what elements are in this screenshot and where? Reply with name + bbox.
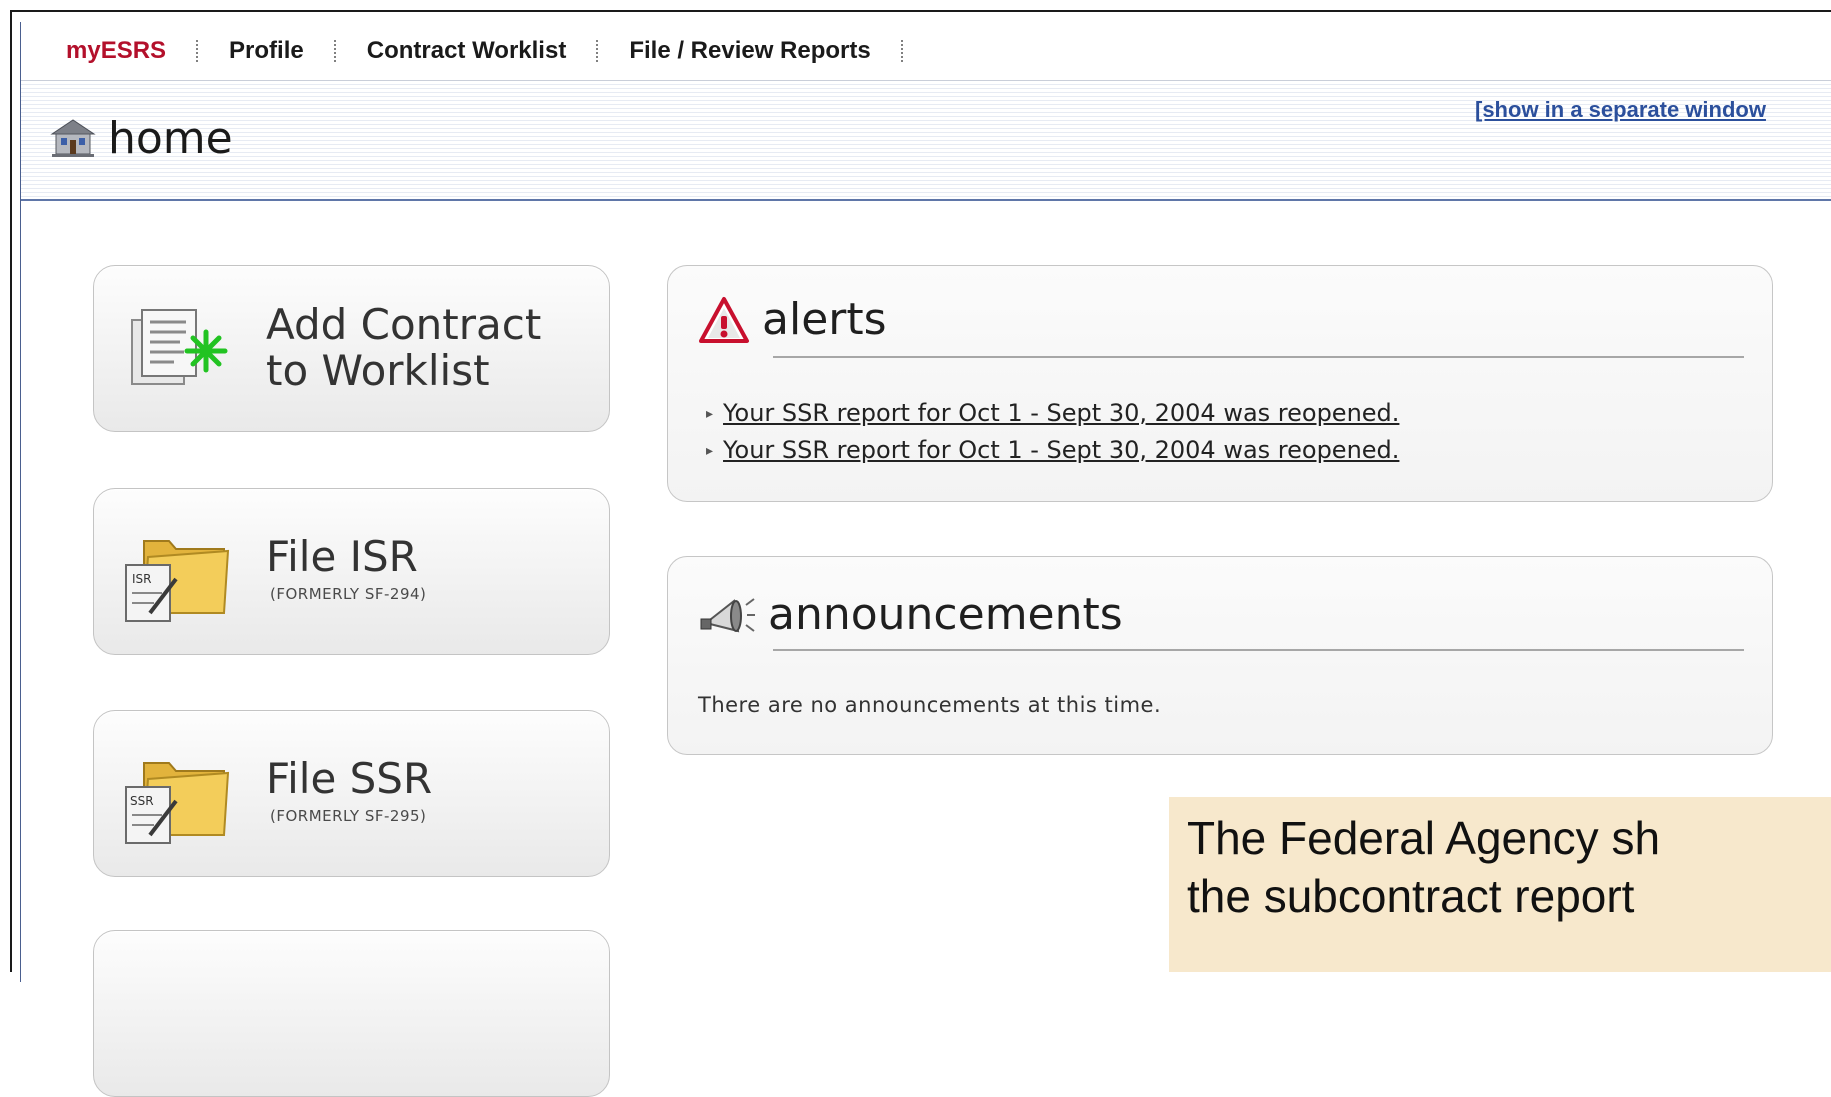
add-document-icon <box>131 309 228 385</box>
bullet-icon: ▸ <box>706 443 714 459</box>
top-navigation: myESRS Profile Contract Worklist File / … <box>21 22 1831 81</box>
folder-form-icon: SSR <box>125 762 230 844</box>
file-isr-tile[interactable]: ISR File ISR (FORMERLY SF-294) <box>93 488 610 655</box>
nav-separator <box>196 40 199 62</box>
page-title-text: home <box>108 112 233 164</box>
alert-item-text: Your SSR report for Oct 1 - Sept 30, 200… <box>723 436 1400 464</box>
announcements-message: There are no announcements at this time. <box>698 693 1162 717</box>
megaphone-icon <box>700 597 755 632</box>
file-ssr-label: File SSR <box>266 754 433 803</box>
nav-separator <box>596 40 599 62</box>
announcements-title: announcements <box>768 589 1123 640</box>
alert-item-link[interactable]: ▸ Your SSR report for Oct 1 - Sept 30, 20… <box>706 399 1399 427</box>
file-isr-sublabel: (FORMERLY SF-294) <box>270 585 427 603</box>
home-icon <box>50 119 96 157</box>
alerts-divider <box>773 356 1744 358</box>
nav-item-profile[interactable]: Profile <box>229 37 304 65</box>
nav-brand-myesrs[interactable]: myESRS <box>66 37 166 65</box>
page-title: home <box>50 112 233 164</box>
add-contract-tile[interactable]: Add Contract to Worklist <box>93 265 610 432</box>
alerts-panel: alerts ▸ Your SSR report for Oct 1 - Sept… <box>667 265 1773 502</box>
nav-separator <box>333 40 337 62</box>
caption-line2: the subcontract report <box>1187 870 1635 922</box>
announcements-header: announcements <box>698 589 1123 640</box>
alerts-header: alerts <box>698 294 887 345</box>
caption-text: The Federal Agency sh the subcontract re… <box>1187 809 1660 925</box>
nav-item-file-review-reports[interactable]: File / Review Reports <box>629 37 870 65</box>
add-contract-label-line2: to Worklist <box>266 346 490 395</box>
isr-form-text: ISR <box>132 572 152 586</box>
add-contract-label: Add Contract to Worklist <box>266 302 541 394</box>
alert-item-text: Your SSR report for Oct 1 - Sept 30, 200… <box>723 399 1400 427</box>
bullet-icon: ▸ <box>706 406 714 422</box>
add-contract-label-line1: Add Contract <box>266 300 542 349</box>
nav-item-contract-worklist[interactable]: Contract Worklist <box>367 37 567 65</box>
nav-separator <box>900 40 904 62</box>
alert-item-link[interactable]: ▸ Your SSR report for Oct 1 - Sept 30, 20… <box>706 436 1399 464</box>
caption-line1: The Federal Agency sh <box>1187 812 1661 864</box>
announcements-panel: announcements There are no announcements… <box>667 556 1773 755</box>
file-ssr-tile[interactable]: SSR File SSR (FORMERLY SF-295) <box>93 710 610 877</box>
ssr-form-text: SSR <box>130 794 154 808</box>
file-ssr-sublabel: (FORMERLY SF-295) <box>270 807 427 825</box>
alerts-title: alerts <box>762 294 887 345</box>
file-isr-label: File ISR <box>266 532 418 581</box>
warning-icon <box>699 296 749 343</box>
folder-form-icon: ISR <box>125 540 230 622</box>
caption-box: The Federal Agency sh the subcontract re… <box>1169 797 1831 972</box>
announcements-divider <box>773 649 1744 651</box>
separate-window-link[interactable]: [show in a separate window <box>1475 97 1766 123</box>
additional-tile[interactable] <box>93 930 610 1097</box>
